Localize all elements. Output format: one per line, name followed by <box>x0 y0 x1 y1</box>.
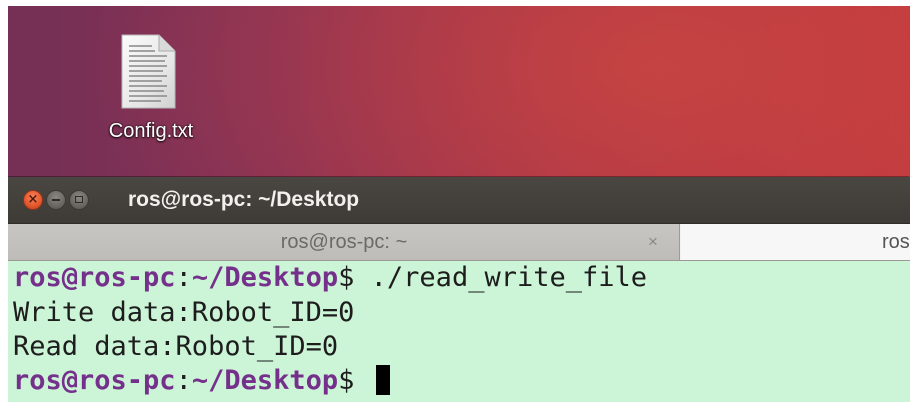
terminal-cursor <box>375 365 390 395</box>
prompt-separator: : <box>175 365 192 396</box>
ubuntu-desktop: Config.txt × ros@ros-pc: ~/Desktop ros@r… <box>8 6 910 402</box>
terminal-window[interactable]: × ros@ros-pc: ~/Desktop ros@ros-pc: ~ × … <box>8 177 910 402</box>
terminal-tab-home[interactable]: ros@ros-pc: ~ × <box>8 224 680 260</box>
terminal-line: ros@ros-pc:~/Desktop$ ./read_write_file <box>13 262 647 294</box>
terminal-command: ./read_write_file <box>354 262 648 293</box>
terminal-tabbar: ros@ros-pc: ~ × ros <box>8 224 910 261</box>
screenshot: Config.txt × ros@ros-pc: ~/Desktop ros@r… <box>0 0 918 405</box>
config-file-desktop-icon[interactable]: Config.txt <box>86 34 216 164</box>
prompt-user-host: ros@ros-pc <box>13 365 176 396</box>
desktop-icon-label[interactable]: Config.txt <box>86 119 216 143</box>
prompt-separator: : <box>175 262 192 293</box>
terminal-line: Read data:Robot_ID=0 <box>13 331 339 362</box>
terminal-line: ros@ros-pc:~/Desktop$ <box>13 365 390 397</box>
prompt-symbol: $ <box>338 262 355 293</box>
close-icon[interactable]: × <box>23 190 43 210</box>
terminal-command <box>354 365 370 396</box>
window-controls: × <box>23 190 113 212</box>
window-title: ros@ros-pc: ~/Desktop <box>128 188 360 211</box>
maximize-icon[interactable] <box>69 190 89 210</box>
terminal-line: Write data:Robot_ID=0 <box>13 297 355 328</box>
minimize-icon[interactable] <box>46 190 66 210</box>
prompt-symbol: $ <box>338 365 355 396</box>
tab-label: ros <box>882 231 910 253</box>
tab-label: ros@ros-pc: ~ <box>280 231 408 253</box>
terminal-tab-active[interactable]: ros <box>680 224 910 260</box>
prompt-path: ~/Desktop <box>191 365 339 396</box>
prompt-path: ~/Desktop <box>191 262 339 293</box>
terminal-output[interactable]: ros@ros-pc:~/Desktop$ ./read_write_file … <box>8 261 910 402</box>
text-file-icon[interactable] <box>117 34 178 110</box>
prompt-user-host: ros@ros-pc <box>13 262 176 293</box>
terminal-titlebar[interactable]: × ros@ros-pc: ~/Desktop <box>8 177 910 224</box>
close-icon[interactable]: × <box>642 224 664 260</box>
